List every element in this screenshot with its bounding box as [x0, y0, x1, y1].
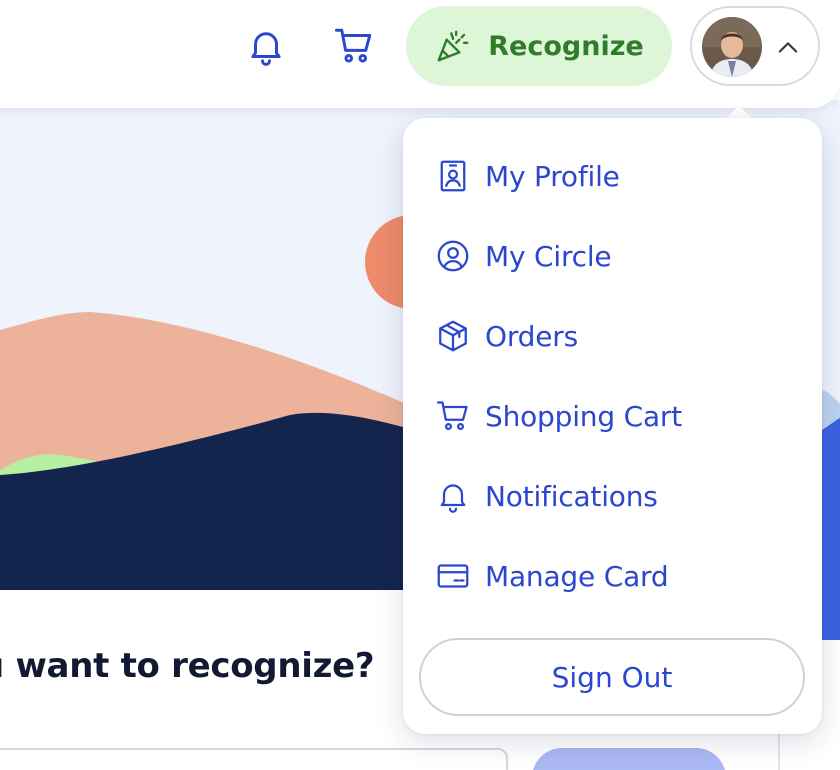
menu-item-manage-card[interactable]: Manage Card [435, 551, 795, 601]
profile-dropdown-menu: My Profile My Circle Orders Shopping Car… [403, 118, 822, 734]
cart-button[interactable] [330, 22, 378, 70]
menu-item-my-profile[interactable]: My Profile [435, 151, 795, 201]
menu-item-orders[interactable]: Orders [435, 311, 795, 361]
party-popper-icon [437, 30, 469, 62]
menu-item-label: My Circle [485, 239, 612, 273]
app-stage: Recognize u want to recognize? My Profil… [0, 0, 840, 770]
recognize-label: Recognize [488, 30, 644, 62]
recognize-button[interactable]: Recognize [406, 6, 672, 86]
menu-item-notifications[interactable]: Notifications [435, 471, 795, 521]
sign-out-label: Sign Out [551, 660, 673, 694]
hero-mountain-right-blue [822, 418, 840, 640]
sign-out-button[interactable]: Sign Out [419, 638, 805, 716]
chevron-up-icon [778, 42, 798, 53]
menu-item-label: Orders [485, 319, 578, 353]
menu-item-shopping-cart[interactable]: Shopping Cart [435, 391, 795, 441]
profile-badge-icon [440, 160, 466, 192]
user-circle-icon [437, 240, 469, 272]
cart-icon [436, 401, 468, 431]
next-button[interactable] [532, 748, 726, 770]
profile-menu-toggle[interactable] [690, 6, 820, 86]
bell-icon [251, 32, 281, 66]
menu-item-label: Notifications [485, 479, 658, 513]
box-icon [439, 320, 467, 352]
recipient-search-input[interactable] [0, 748, 508, 770]
notifications-button[interactable] [242, 22, 290, 70]
credit-card-icon [437, 564, 469, 588]
menu-item-label: Manage Card [485, 559, 669, 593]
menu-item-label: My Profile [485, 159, 620, 193]
menu-item-my-circle[interactable]: My Circle [435, 231, 795, 281]
cart-icon [335, 28, 372, 63]
avatar [702, 17, 762, 77]
bell-icon [440, 484, 466, 513]
recognize-question-heading: u want to recognize? [0, 646, 375, 686]
menu-item-label: Shopping Cart [485, 399, 682, 433]
